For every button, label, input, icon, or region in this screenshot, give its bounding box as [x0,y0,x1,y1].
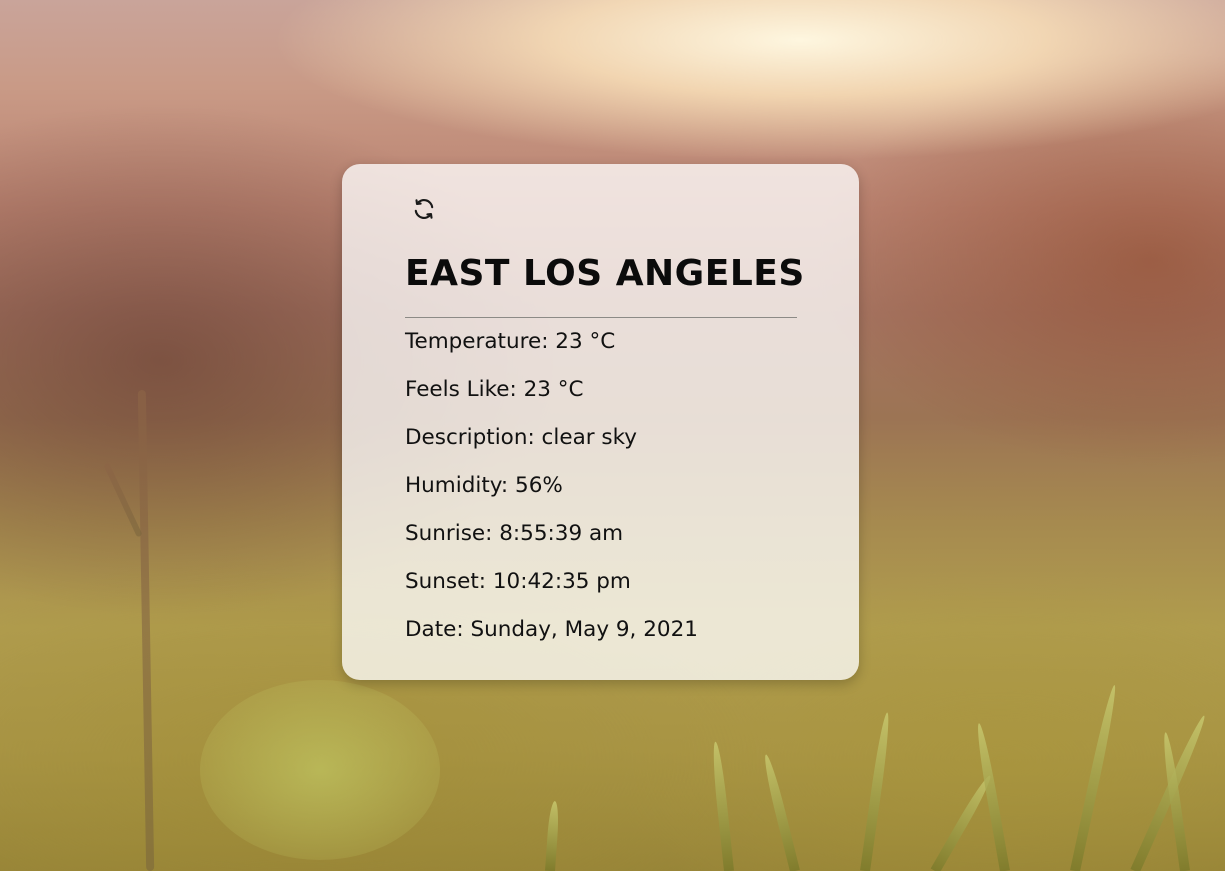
description-row: Description: clear sky [405,422,698,470]
background-stem [103,462,143,538]
background-flare [200,680,440,860]
background-grass [860,711,893,871]
date-label: Date: [405,617,464,642]
humidity-row: Humidity: 56% [405,470,698,518]
humidity-value: 56% [515,473,563,498]
temperature-label: Temperature: [405,329,549,354]
refresh-icon[interactable] [411,197,437,221]
weather-details: Temperature: 23 °C Feels Like: 23 °C Des… [405,326,698,662]
background-grass [930,773,995,871]
background-grass [1160,731,1190,871]
date-value: Sunday, May 9, 2021 [470,617,698,642]
refresh-button[interactable] [409,195,439,223]
city-name: EAST LOS ANGELES [405,253,805,294]
background-grass [545,800,560,871]
sunset-label: Sunset: [405,569,487,594]
background-grass [1070,684,1120,871]
title-divider [405,317,797,318]
feels-like-label: Feels Like: [405,377,517,402]
temperature-row: Temperature: 23 °C [405,326,698,374]
sunset-row: Sunset: 10:42:35 pm [405,566,698,614]
temperature-value: 23 °C [555,329,616,354]
background-grass [761,753,800,871]
background-grass [974,722,1010,871]
description-label: Description: [405,425,535,450]
date-row: Date: Sunday, May 9, 2021 [405,614,698,662]
background-grass [1130,713,1209,871]
feels-like-value: 23 °C [523,377,584,402]
background-grass [710,741,734,871]
background-stem [137,389,155,871]
humidity-label: Humidity: [405,473,509,498]
sunset-value: 10:42:35 pm [492,569,631,594]
sunrise-row: Sunrise: 8:55:39 am [405,518,698,566]
description-value: clear sky [541,425,638,450]
weather-card: EAST LOS ANGELES Temperature: 23 °C Feel… [342,164,859,680]
sunrise-value: 8:55:39 am [499,521,624,546]
feels-like-row: Feels Like: 23 °C [405,374,698,422]
sunrise-label: Sunrise: [405,521,493,546]
